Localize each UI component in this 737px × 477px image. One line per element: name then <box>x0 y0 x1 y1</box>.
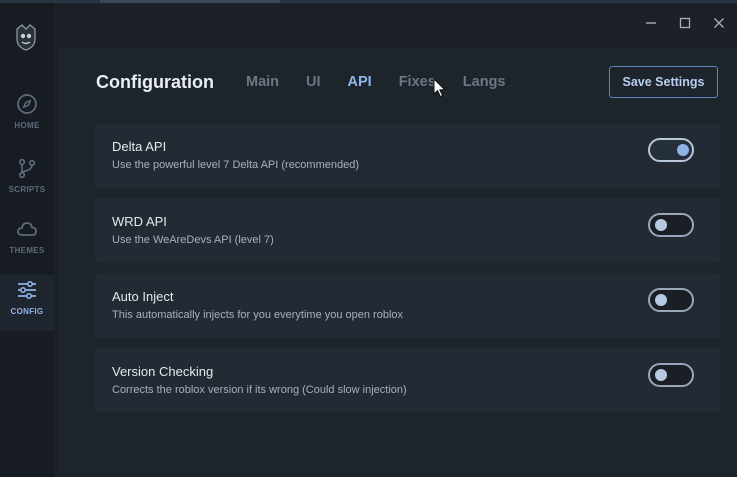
sidebar-item-themes[interactable]: THEMES <box>0 214 54 270</box>
auto-inject-toggle[interactable] <box>648 288 694 312</box>
sidebar-item-label: SCRIPTS <box>8 185 46 194</box>
sidebar-item-label: THEMES <box>9 246 45 255</box>
sidebar-item-scripts[interactable]: SCRIPTS <box>0 153 54 209</box>
sidebar-item-label: CONFIG <box>10 307 44 316</box>
version-checking-toggle[interactable] <box>648 363 694 387</box>
branch-icon <box>18 158 36 179</box>
tab-fixes[interactable]: Fixes <box>399 74 436 90</box>
sidebar-item-config[interactable]: CONFIG <box>0 275 54 331</box>
sliders-icon <box>18 280 36 300</box>
sidebar-item-home[interactable]: HOME <box>0 89 54 145</box>
tab-api[interactable]: API <box>348 74 372 90</box>
mouse-cursor-icon <box>433 78 447 98</box>
minimize-button[interactable] <box>643 15 659 31</box>
setting-title: Auto Inject <box>112 289 174 304</box>
setting-card-version-checking: Version Checking Corrects the roblox ver… <box>95 348 720 413</box>
setting-card-wrd-api: WRD API Use the WeAreDevs API (level 7) <box>95 198 720 263</box>
setting-description: This automatically injects for you every… <box>112 309 404 321</box>
setting-card-delta-api: Delta API Use the powerful level 7 Delta… <box>95 123 720 188</box>
maximize-icon <box>679 17 691 29</box>
setting-title: Delta API <box>112 139 167 154</box>
delta-api-toggle[interactable] <box>648 138 694 162</box>
setting-title: Version Checking <box>112 364 214 379</box>
sidebar-item-label: HOME <box>14 121 40 130</box>
minimize-icon <box>646 22 656 24</box>
setting-description: Corrects the roblox version if its wrong… <box>112 384 407 396</box>
tab-bar: Main UI API Fixes Langs <box>246 74 533 90</box>
sidebar: HOME SCRIPTS THEMES CONFIG <box>0 3 54 477</box>
app-window: HOME SCRIPTS THEMES CONFIG Configuration… <box>0 0 737 477</box>
cloud-icon <box>17 222 37 236</box>
close-icon <box>714 18 724 28</box>
save-settings-button[interactable]: Save Settings <box>609 66 718 98</box>
tab-langs[interactable]: Langs <box>463 74 506 90</box>
setting-title: WRD API <box>112 214 167 229</box>
page-title: Configuration <box>96 72 214 92</box>
app-logo-icon <box>16 24 36 51</box>
setting-description: Use the WeAreDevs API (level 7) <box>112 234 274 246</box>
maximize-button[interactable] <box>677 15 693 31</box>
tab-main[interactable]: Main <box>246 74 279 90</box>
top-strip <box>0 0 737 3</box>
setting-description: Use the powerful level 7 Delta API (reco… <box>112 159 360 171</box>
close-button[interactable] <box>711 15 727 31</box>
setting-card-auto-inject: Auto Inject This automatically injects f… <box>95 273 720 338</box>
compass-icon <box>17 94 37 114</box>
wrd-api-toggle[interactable] <box>648 213 694 237</box>
tab-ui[interactable]: UI <box>306 74 321 90</box>
